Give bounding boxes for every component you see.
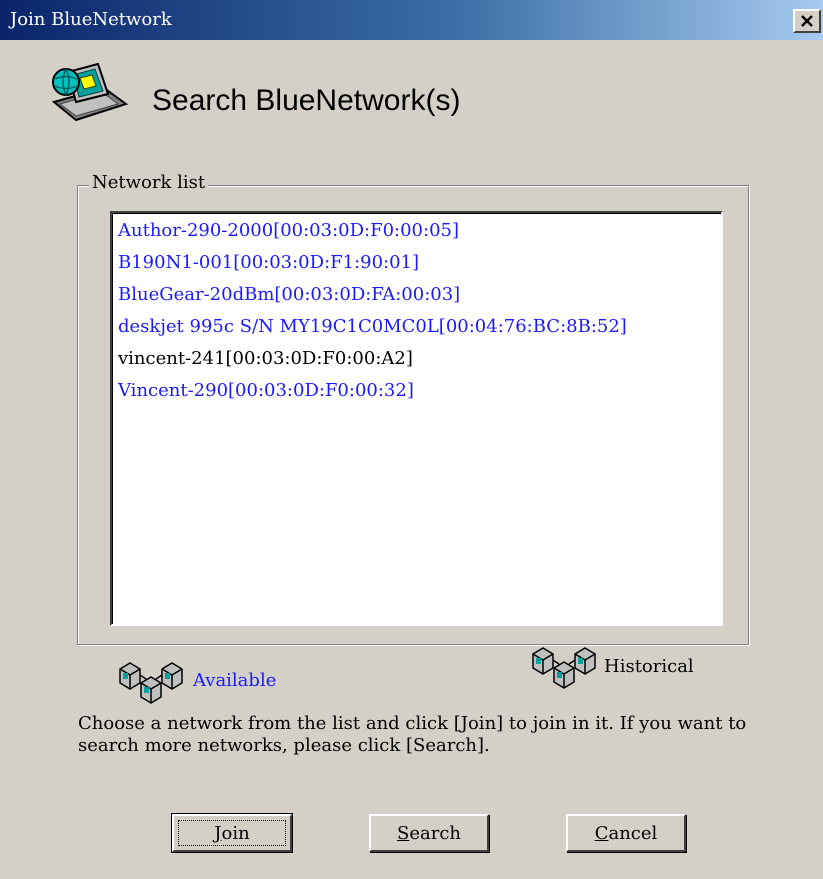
- close-button[interactable]: [793, 9, 821, 33]
- join-bluenetwork-dialog: Join BlueNetwork Search BlueNetwork(s) N…: [0, 0, 823, 879]
- instructions-text: Choose a network from the list and click…: [78, 713, 747, 756]
- list-item[interactable]: Vincent-290[00:03:0D:F0:00:32]: [118, 377, 414, 405]
- cancel-button-label: Cancel: [594, 822, 658, 844]
- list-item[interactable]: deskjet 995c S/N MY19C1C0MC0L[00:04:76:B…: [118, 313, 627, 341]
- list-item[interactable]: vincent-241[00:03:0D:F0:00:A2]: [118, 345, 413, 373]
- window-title: Join BlueNetwork: [10, 9, 172, 30]
- list-item[interactable]: B190N1-001[00:03:0D:F1:90:01]: [118, 249, 419, 277]
- network-cubes-icon: [532, 647, 596, 689]
- title-bar[interactable]: Join BlueNetwork: [0, 0, 823, 40]
- network-cubes-icon: [119, 662, 183, 704]
- list-item[interactable]: Author-290-2000[00:03:0D:F0:00:05]: [118, 217, 459, 245]
- legend-available-label: Available: [193, 670, 277, 691]
- dialog-heading: Search BlueNetwork(s): [152, 84, 461, 117]
- search-button-label: Search: [396, 822, 461, 844]
- legend-historical-label: Historical: [604, 656, 694, 677]
- search-button[interactable]: Search: [369, 814, 489, 852]
- join-button[interactable]: Join: [171, 813, 293, 853]
- network-list-label: Network list: [89, 172, 209, 193]
- network-listbox[interactable]: Author-290-2000[00:03:0D:F0:00:05] B190N…: [110, 211, 723, 626]
- close-icon: [801, 15, 813, 27]
- cancel-button[interactable]: Cancel: [566, 814, 686, 852]
- list-item[interactable]: BlueGear-20dBm[00:03:0D:FA:00:03]: [118, 281, 460, 309]
- join-button-label: Join: [214, 822, 250, 844]
- network-computer-icon: [51, 62, 129, 122]
